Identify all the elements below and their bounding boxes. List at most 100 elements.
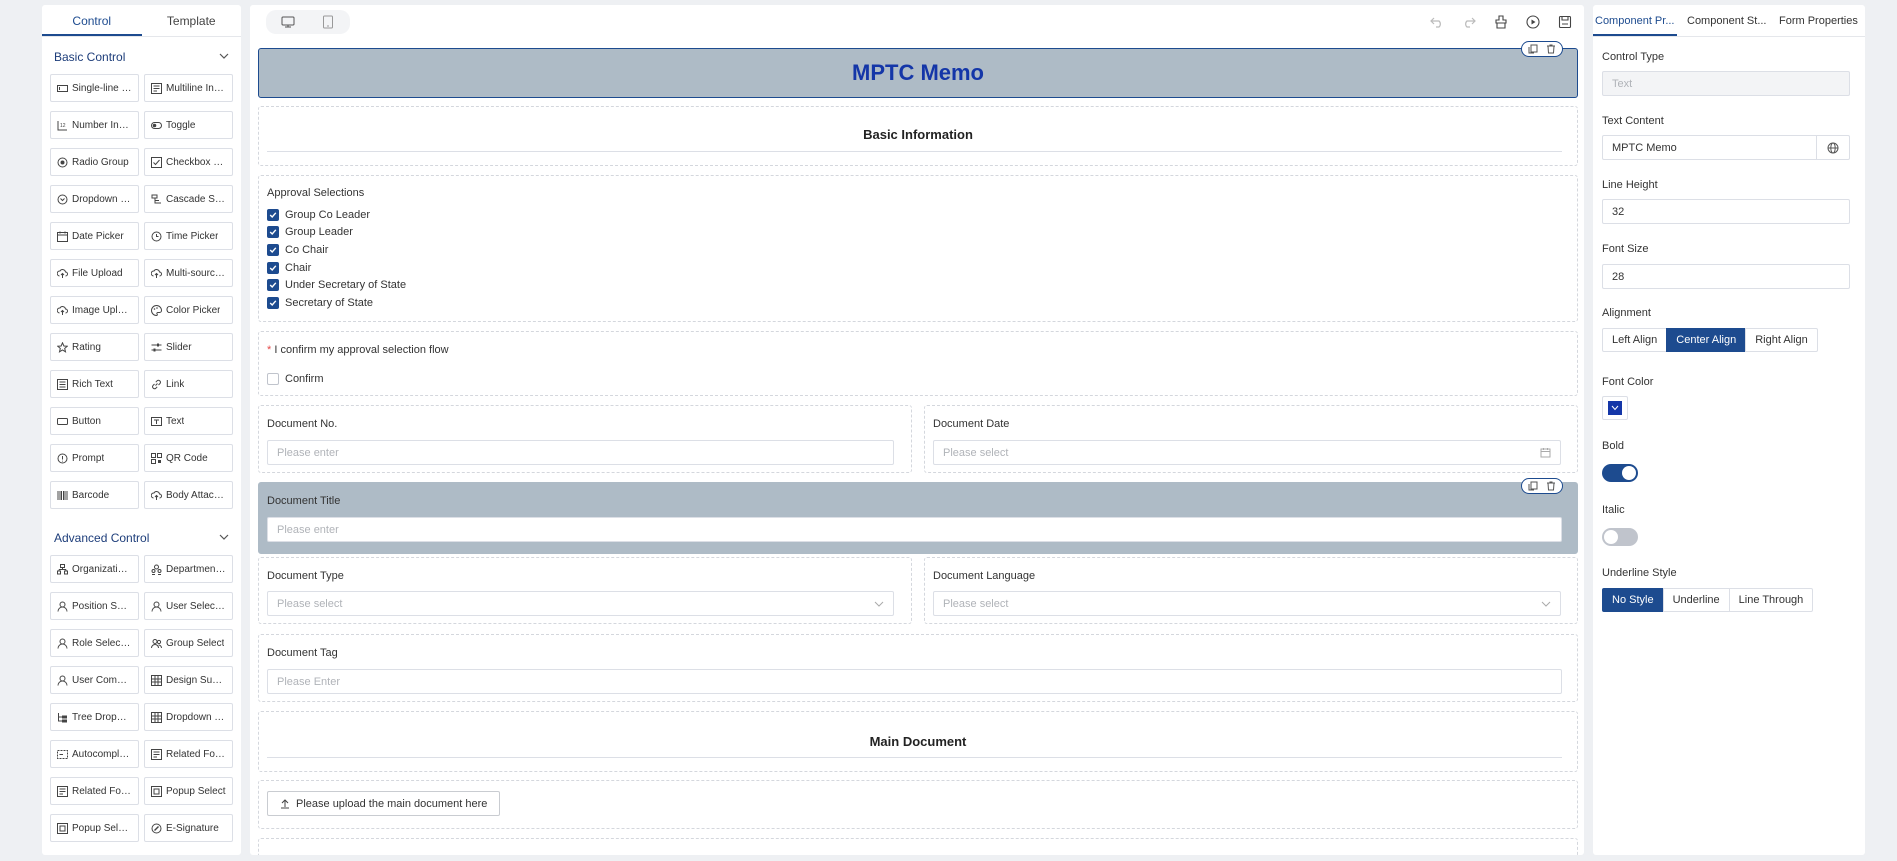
control-item[interactable]: 12 Number Input: [50, 111, 139, 139]
control-item[interactable]: Slider: [144, 333, 233, 361]
approval-option[interactable]: Under Secretary of State: [267, 276, 406, 294]
document-date-input[interactable]: Please select: [933, 440, 1561, 465]
control-item[interactable]: Department S...: [144, 555, 233, 583]
control-item[interactable]: Popup Select ...: [50, 814, 139, 842]
checkbox-checked-icon[interactable]: [267, 296, 279, 309]
control-item[interactable]: Checkbox Gr...: [144, 148, 233, 176]
undo-icon[interactable]: [1428, 13, 1446, 31]
control-item[interactable]: Single-line In...: [50, 74, 139, 102]
chevron-down-icon[interactable]: [219, 51, 229, 64]
control-item[interactable]: Multiline Input: [144, 74, 233, 102]
delete-icon[interactable]: [1546, 44, 1556, 54]
approval-selections-field[interactable]: Approval Selections Group Co Leader Group…: [258, 175, 1578, 322]
segment-option[interactable]: Center Align: [1666, 328, 1747, 352]
control-item[interactable]: Link: [144, 370, 233, 398]
document-title-input[interactable]: Please enter: [267, 517, 1562, 542]
control-item[interactable]: QR Code: [144, 444, 233, 472]
control-item[interactable]: Rich Text: [50, 370, 139, 398]
desktop-view-button[interactable]: [268, 12, 308, 32]
main-document-section[interactable]: Main Document: [258, 711, 1578, 772]
control-item[interactable]: Tree Dropdown: [50, 703, 139, 731]
advanced-control-section-header[interactable]: Advanced Control: [42, 523, 241, 553]
control-item[interactable]: Autocomplete: [50, 740, 139, 768]
control-item[interactable]: Multi-source ...: [144, 259, 233, 287]
approval-option[interactable]: Co Chair: [267, 241, 406, 259]
control-item[interactable]: Button: [50, 407, 139, 435]
control-item[interactable]: User Compon...: [50, 666, 139, 694]
basic-control-section-header[interactable]: Basic Control: [42, 42, 241, 72]
segment-option[interactable]: Underline: [1662, 588, 1730, 612]
control-item[interactable]: File Upload: [50, 259, 139, 287]
document-type-field[interactable]: Document Type Please select: [258, 557, 912, 624]
control-item[interactable]: Group Select: [144, 629, 233, 657]
clear-icon[interactable]: [1492, 13, 1510, 31]
control-item[interactable]: Cascade Select: [144, 185, 233, 213]
chevron-down-icon[interactable]: [219, 532, 229, 545]
document-tag-field[interactable]: Document Tag Please Enter: [258, 634, 1578, 702]
preview-icon[interactable]: [1524, 13, 1542, 31]
checkbox-checked-icon[interactable]: [267, 261, 279, 274]
redo-icon[interactable]: [1460, 13, 1478, 31]
approval-option[interactable]: Group Leader: [267, 224, 406, 242]
control-item[interactable]: Popup Select: [144, 777, 233, 805]
save-icon[interactable]: [1556, 13, 1574, 31]
control-item[interactable]: Text: [144, 407, 233, 435]
line-height-input[interactable]: 32: [1602, 199, 1850, 224]
checkbox-checked-icon[interactable]: [267, 208, 279, 221]
checkbox-checked-icon[interactable]: [267, 243, 279, 256]
tablet-view-button[interactable]: [308, 12, 348, 32]
italic-toggle[interactable]: [1602, 528, 1638, 546]
control-item[interactable]: Organization ...: [50, 555, 139, 583]
approval-option[interactable]: Group Co Leader: [267, 206, 406, 224]
document-date-field[interactable]: Document Date Please select: [924, 405, 1578, 473]
tab-form-properties[interactable]: Form Properties: [1771, 5, 1865, 36]
bold-toggle[interactable]: [1602, 464, 1638, 482]
tab-component-properties[interactable]: Component Pr...: [1593, 5, 1677, 36]
font-size-input[interactable]: 28: [1602, 264, 1850, 289]
control-item[interactable]: User Selection: [144, 592, 233, 620]
delete-icon[interactable]: [1546, 481, 1556, 491]
document-title-field[interactable]: Document Title Please enter: [258, 478, 1578, 554]
font-color-picker[interactable]: [1602, 396, 1628, 420]
control-item[interactable]: Dropdown Ta...: [144, 703, 233, 731]
document-no-input[interactable]: Please enter: [267, 440, 894, 465]
copy-icon[interactable]: [1528, 44, 1538, 54]
copy-icon[interactable]: [1528, 481, 1538, 491]
checkbox-unchecked[interactable]: [267, 372, 279, 385]
control-item[interactable]: Toggle: [144, 111, 233, 139]
document-tag-input[interactable]: Please Enter: [267, 669, 1562, 694]
next-field[interactable]: [258, 838, 1578, 855]
text-content-input[interactable]: MPTC Memo: [1602, 135, 1850, 160]
control-item[interactable]: Dropdown Se...: [50, 185, 139, 213]
control-item[interactable]: Design Subta...: [144, 666, 233, 694]
approval-option[interactable]: Secretary of State: [267, 294, 406, 312]
tab-control[interactable]: Control: [42, 5, 142, 36]
control-item[interactable]: Color Picker: [144, 296, 233, 324]
control-item[interactable]: Barcode: [50, 481, 139, 509]
tab-component-style[interactable]: Component St...: [1677, 5, 1771, 36]
confirm-field[interactable]: * I confirm my approval selection flow C…: [258, 331, 1578, 396]
control-item[interactable]: Rating: [50, 333, 139, 361]
control-item[interactable]: Date Picker: [50, 222, 139, 250]
document-language-select[interactable]: Please select: [933, 591, 1561, 616]
segment-option[interactable]: Right Align: [1745, 328, 1818, 352]
control-item[interactable]: Role Selection: [50, 629, 139, 657]
segment-option[interactable]: No Style: [1602, 588, 1664, 612]
upload-main-document-button[interactable]: Please upload the main document here: [267, 791, 501, 816]
control-item[interactable]: Body Attach...: [144, 481, 233, 509]
control-item[interactable]: Position Selec...: [50, 592, 139, 620]
globe-icon[interactable]: [1816, 136, 1849, 159]
main-document-upload-field[interactable]: Please upload the main document here: [258, 780, 1578, 829]
approval-option[interactable]: Chair: [267, 259, 406, 277]
basic-information-section[interactable]: Basic Information: [258, 106, 1578, 166]
segment-option[interactable]: Line Through: [1728, 588, 1814, 612]
control-item[interactable]: Image Upload: [50, 296, 139, 324]
segment-option[interactable]: Left Align: [1602, 328, 1668, 352]
control-item[interactable]: Related Form...: [50, 777, 139, 805]
document-type-select[interactable]: Please select: [267, 591, 894, 616]
tab-template[interactable]: Template: [142, 5, 242, 36]
control-item[interactable]: Related Form: [144, 740, 233, 768]
checkbox-checked-icon[interactable]: [267, 226, 279, 239]
document-language-field[interactable]: Document Language Please select: [924, 557, 1578, 624]
memo-title-block[interactable]: MPTC Memo: [258, 41, 1578, 98]
